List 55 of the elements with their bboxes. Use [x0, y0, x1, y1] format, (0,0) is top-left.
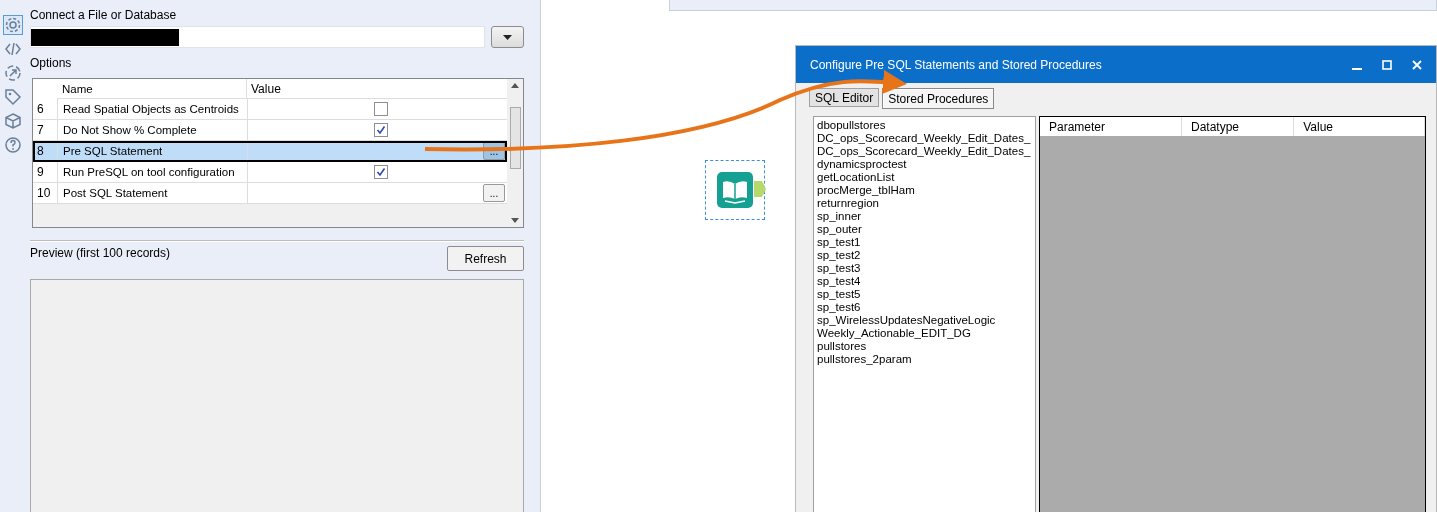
list-item[interactable]: sp_test5	[817, 288, 1035, 301]
caret-down-icon	[503, 34, 512, 40]
list-item[interactable]: sp_test4	[817, 275, 1035, 288]
list-item[interactable]: pullstores	[817, 340, 1035, 353]
code-icon[interactable]	[4, 40, 22, 58]
preview-label: Preview (first 100 records)	[30, 246, 171, 260]
list-item[interactable]: sp_test3	[817, 262, 1035, 275]
scroll-up-icon[interactable]	[511, 83, 519, 88]
options-label: Options	[30, 56, 73, 70]
column-header: Value	[1294, 117, 1425, 136]
checkbox[interactable]	[374, 123, 388, 137]
list-item[interactable]: Weekly_Actionable_EDIT_DG	[817, 327, 1035, 340]
list-item[interactable]: DC_ops_Scorecard_Weekly_Edit_Dates_	[817, 145, 1035, 158]
list-item[interactable]: DC_ops_Scorecard_Weekly_Edit_Dates_	[817, 132, 1035, 145]
table-row[interactable]: 10 Post SQL Statement ...	[33, 183, 507, 204]
maximize-icon	[1382, 59, 1392, 70]
book-icon	[716, 171, 754, 209]
refresh-button[interactable]: Refresh	[447, 246, 524, 271]
checkbox[interactable]	[374, 102, 388, 116]
table-row[interactable]: 6 Read Spatial Objects as Centroids	[33, 99, 507, 120]
minimize-icon	[1352, 67, 1362, 70]
list-item[interactable]: sp_inner	[817, 210, 1035, 223]
list-item[interactable]: dbopullstores	[817, 119, 1035, 132]
table-row[interactable]: 8 Pre SQL Statement ...	[33, 141, 507, 162]
column-header: Parameter	[1040, 117, 1182, 136]
list-item[interactable]: sp_outer	[817, 223, 1035, 236]
settings-icon[interactable]	[4, 16, 22, 34]
list-item[interactable]: dynamicsproctest	[817, 158, 1035, 171]
list-item[interactable]: returnregion	[817, 197, 1035, 210]
dialog-title: Configure Pre SQL Statements and Stored Procedures	[810, 57, 1103, 72]
list-item[interactable]: procMerge_tblHam	[817, 184, 1035, 197]
dropdown-button[interactable]	[491, 26, 524, 48]
scroll-down-icon[interactable]	[511, 218, 519, 223]
tab[interactable]: SQL Editor	[809, 88, 880, 107]
checkbox[interactable]	[374, 165, 388, 179]
list-item[interactable]: sp_test1	[817, 236, 1035, 249]
row-number: 10	[33, 183, 58, 204]
connection-field[interactable]	[30, 26, 485, 48]
help-icon[interactable]	[4, 136, 22, 154]
list-item[interactable]: sp_test6	[817, 301, 1035, 314]
list-item[interactable]: sp_test2	[817, 249, 1035, 262]
table-row[interactable]: 9 Run PreSQL on tool configuration	[33, 162, 507, 183]
list-item[interactable]: pullstores_2param	[817, 353, 1035, 366]
close-icon	[1412, 59, 1422, 70]
tab[interactable]: Stored Procedures	[882, 88, 995, 109]
section-title: Connect a File or Database	[30, 8, 178, 22]
table-cell: Post SQL Statement	[58, 183, 248, 204]
table-row[interactable]: 7 Do Not Show % Complete	[33, 120, 507, 141]
list-item[interactable]: getLocationList	[817, 171, 1035, 184]
cube-icon[interactable]	[4, 112, 22, 130]
tool-node[interactable]	[705, 160, 765, 220]
column-header: Datatype	[1181, 117, 1295, 136]
ellipsis-button[interactable]: ...	[483, 184, 505, 202]
tag-icon[interactable]	[4, 88, 22, 106]
list-item[interactable]: sp_WirelessUpdatesNegativeLogic	[817, 314, 1035, 327]
